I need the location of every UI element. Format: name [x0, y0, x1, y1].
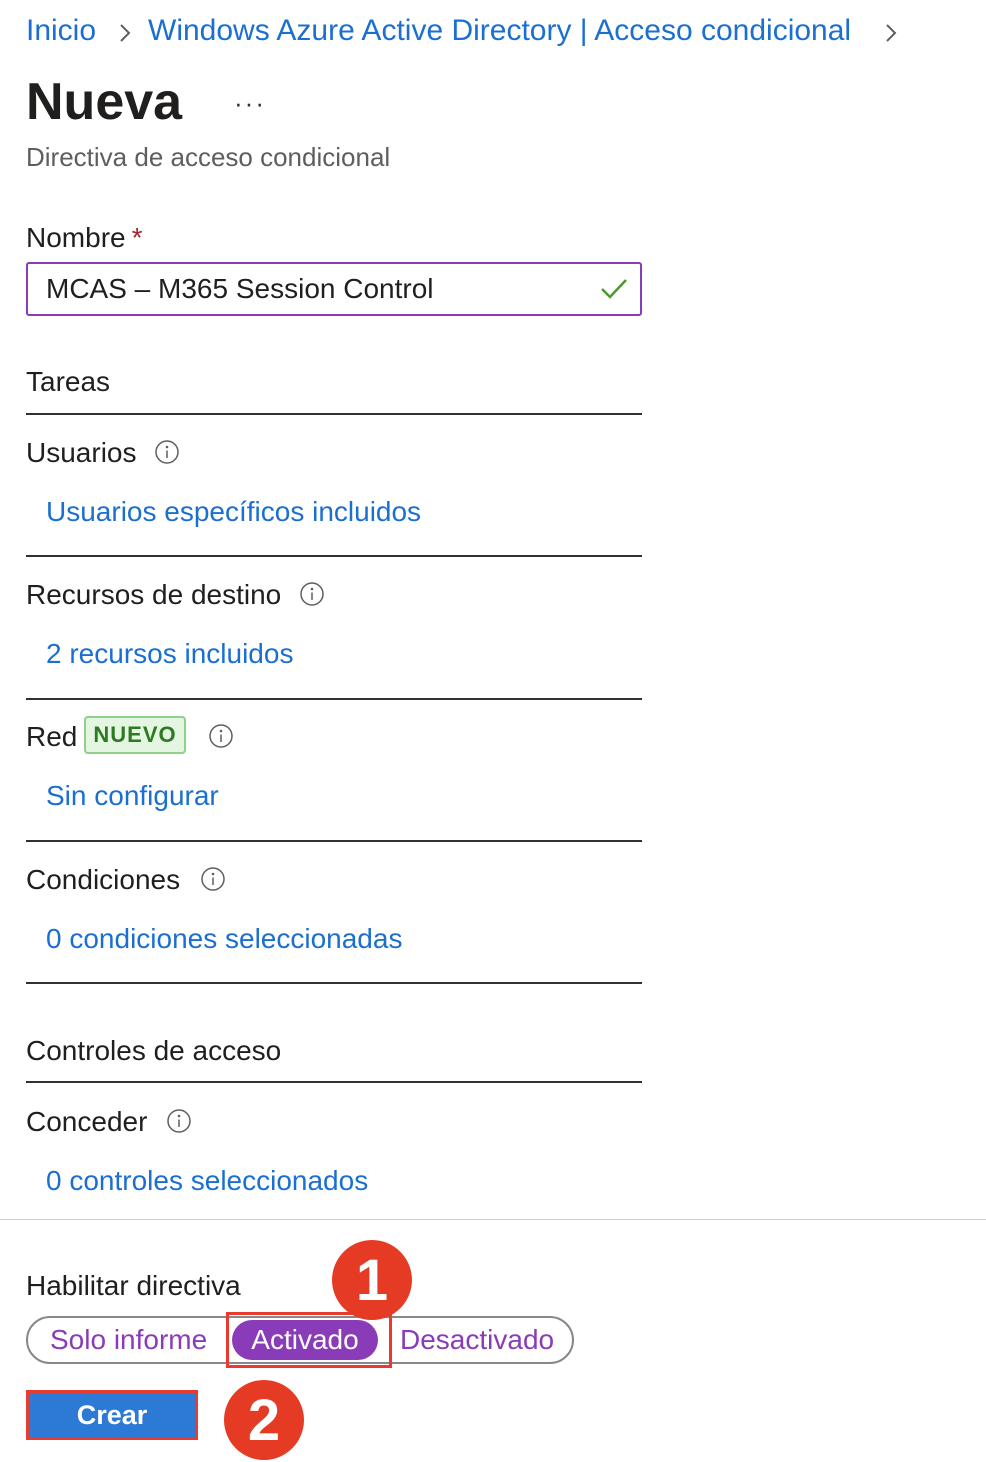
access-controls-heading: Controles de acceso [26, 1035, 282, 1066]
divider [26, 982, 642, 984]
users-link[interactable]: Usuarios específicos incluidos [46, 496, 421, 528]
breadcrumb-item-conditional-access[interactable]: Windows Azure Active Directory | Acceso … [148, 14, 851, 48]
breadcrumb-item-inicio[interactable]: Inicio [26, 14, 96, 48]
checkmark-icon [601, 279, 627, 299]
info-icon[interactable] [155, 440, 179, 464]
info-icon[interactable] [201, 867, 225, 891]
info-icon[interactable] [300, 582, 324, 606]
divider [26, 555, 642, 557]
page-subtitle: Directiva de acceso condicional [26, 142, 391, 172]
network-link[interactable]: Sin configurar [46, 780, 219, 812]
divider [26, 1081, 642, 1083]
option-report-only[interactable]: Solo informe [50, 1324, 207, 1356]
create-button[interactable]: Crear [26, 1390, 198, 1440]
grant-link[interactable]: 0 controles seleccionados [46, 1165, 368, 1197]
target-resources-link[interactable]: 2 recursos incluidos [46, 638, 293, 670]
name-label-text: Nombre [26, 222, 126, 253]
grant-label: Conceder [26, 1106, 148, 1137]
highlight-box [226, 1312, 392, 1368]
enable-policy-label: Habilitar directiva [26, 1270, 241, 1301]
name-input[interactable]: MCAS – M365 Session Control [26, 262, 642, 316]
more-options-button[interactable]: ··· [234, 88, 266, 119]
name-input-value: MCAS – M365 Session Control [46, 273, 434, 304]
network-label: Red [26, 721, 78, 752]
divider [26, 698, 642, 700]
step-marker-2: 2 [224, 1380, 304, 1460]
info-icon[interactable] [167, 1109, 191, 1133]
step-marker-1: 1 [332, 1240, 412, 1320]
info-icon[interactable] [209, 724, 233, 748]
required-marker: * [131, 222, 143, 253]
chevron-right-icon [886, 24, 897, 42]
page-title: Nueva [26, 73, 183, 131]
assignments-heading: Tareas [26, 366, 111, 397]
chevron-right-icon [120, 24, 131, 42]
conditions-label: Condiciones [26, 864, 181, 895]
divider [26, 413, 642, 415]
option-off[interactable]: Desactivado [400, 1324, 554, 1356]
users-label: Usuarios [26, 437, 137, 468]
target-resources-label: Recursos de destino [26, 579, 282, 610]
name-label: Nombre * [26, 222, 143, 254]
new-badge: NUEVO [84, 716, 186, 754]
divider [26, 840, 642, 842]
conditions-link[interactable]: 0 condiciones seleccionadas [46, 923, 402, 955]
footer-divider [0, 1219, 986, 1220]
